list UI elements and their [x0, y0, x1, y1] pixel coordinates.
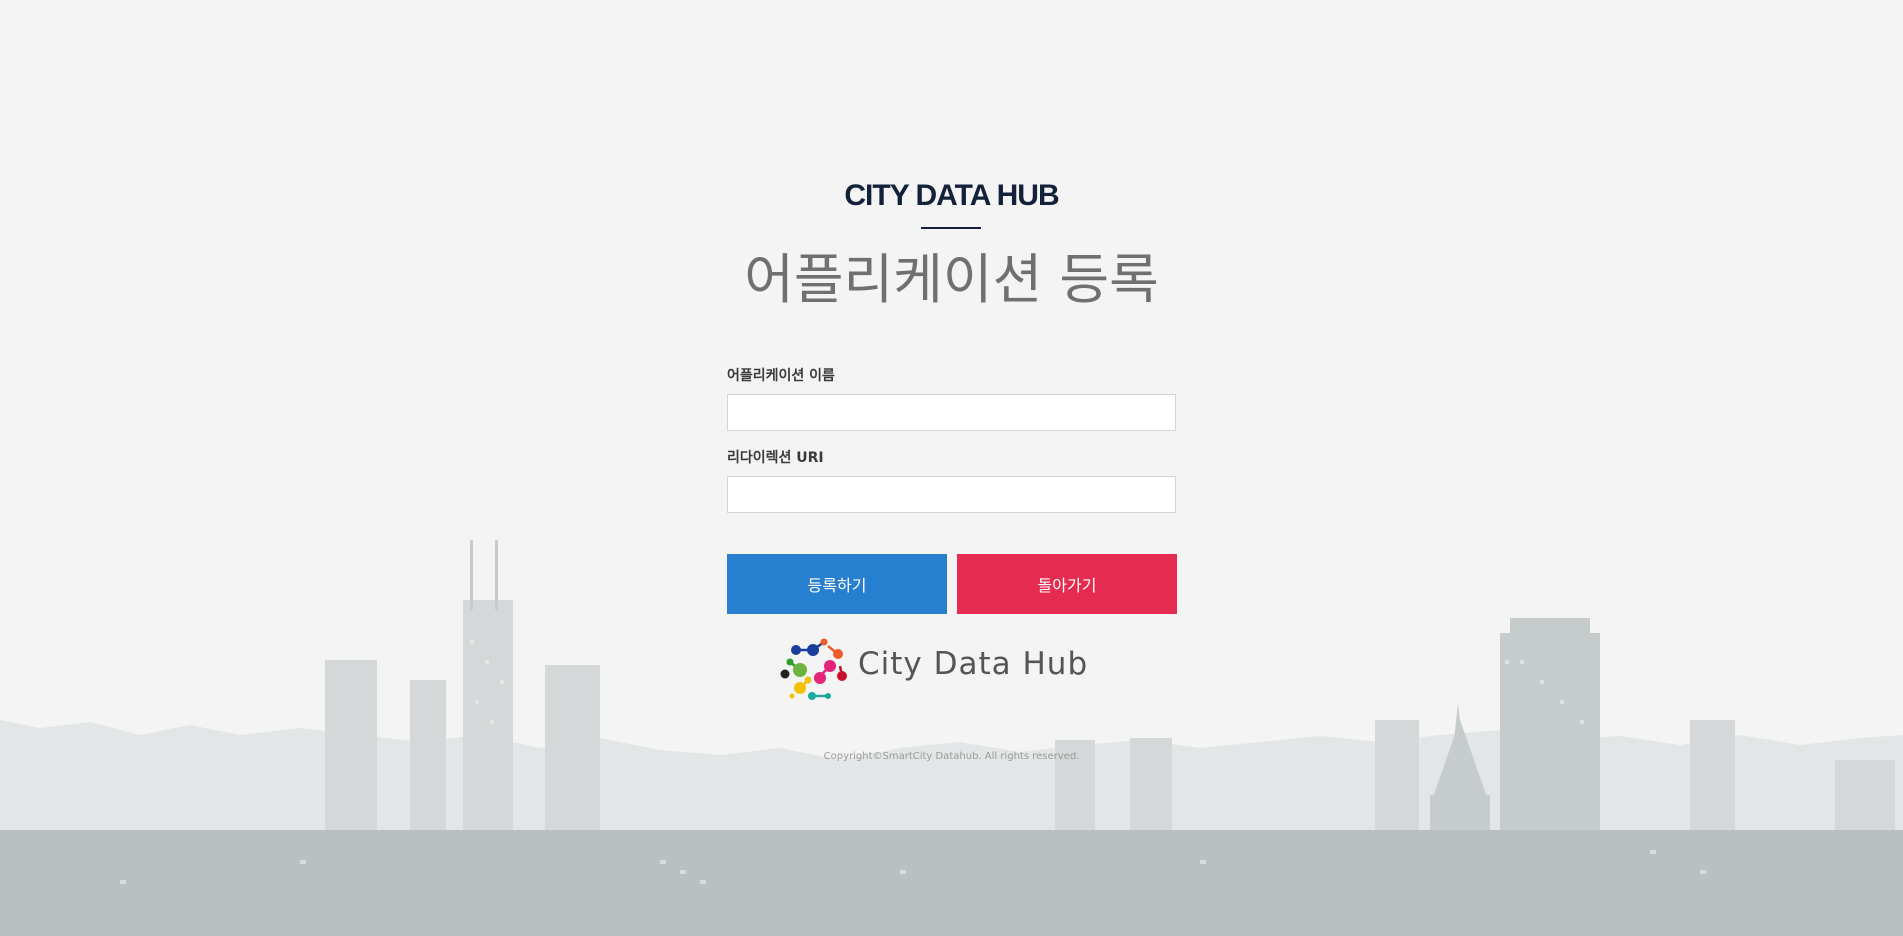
register-button[interactable]: 등록하기 [727, 554, 947, 614]
city-data-hub-logo: City Data Hub [780, 632, 1087, 702]
back-button[interactable]: 돌아가기 [957, 554, 1177, 614]
copyright-text: Copyright©SmartCity Datahub. All rights … [823, 751, 1080, 762]
register-application-page: CITY DATA HUB 어플리케이션 등록 어플리케이션 이름 리다이렉션 … [0, 0, 1903, 936]
app-name-label: 어플리케이션 이름 [727, 368, 835, 384]
molecule-logo-icon [780, 638, 847, 700]
page-title: 어플리케이션 등록 [744, 248, 1159, 311]
redirect-uri-input[interactable] [727, 476, 1176, 513]
redirect-uri-label: 리다이렉션 URI [727, 450, 824, 466]
brand-title: CITY DATA HUB [844, 179, 1059, 212]
logo-text: City Data Hub [858, 646, 1089, 682]
brand-divider [921, 227, 981, 229]
app-name-input[interactable] [727, 394, 1176, 431]
